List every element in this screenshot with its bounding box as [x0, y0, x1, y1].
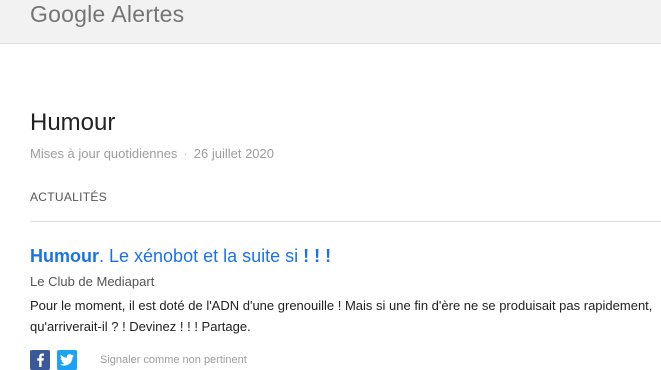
article-title-emphasis: ! ! !: [303, 246, 332, 266]
facebook-icon: [37, 353, 44, 367]
share-bar: Signaler comme non pertinent: [30, 350, 247, 370]
twitter-icon: [60, 354, 74, 366]
logo-brand: Google: [30, 1, 106, 27]
article-snippet: Pour le moment, il est doté de l'ADN d'u…: [30, 298, 653, 334]
section-divider: [30, 221, 661, 222]
article-title-text: . Le xénobot et la suite si: [99, 246, 304, 266]
alert-date: 26 juillet 2020: [193, 146, 274, 161]
header-bar: Google Alertes: [0, 0, 661, 44]
article-source: Le Club de Mediapart: [30, 274, 155, 289]
section-heading: ACTUALITÉS: [30, 190, 108, 204]
alert-title: Humour: [30, 109, 116, 136]
article-title-keyword: Humour: [30, 246, 99, 266]
google-alerts-logo[interactable]: Google Alertes: [30, 1, 184, 27]
article-title-link[interactable]: Humour. Le xénobot et la suite si ! ! !: [30, 244, 331, 268]
meta-separator: ·: [183, 146, 188, 161]
twitter-share-button[interactable]: [57, 350, 77, 370]
report-irrelevant-link[interactable]: Signaler comme non pertinent: [100, 354, 247, 366]
update-frequency: Mises à jour quotidiennes: [30, 146, 178, 161]
logo-product: Alertes: [111, 1, 185, 27]
facebook-share-button[interactable]: [30, 350, 50, 370]
alert-meta: Mises à jour quotidiennes · 26 juillet 202…: [30, 145, 274, 163]
